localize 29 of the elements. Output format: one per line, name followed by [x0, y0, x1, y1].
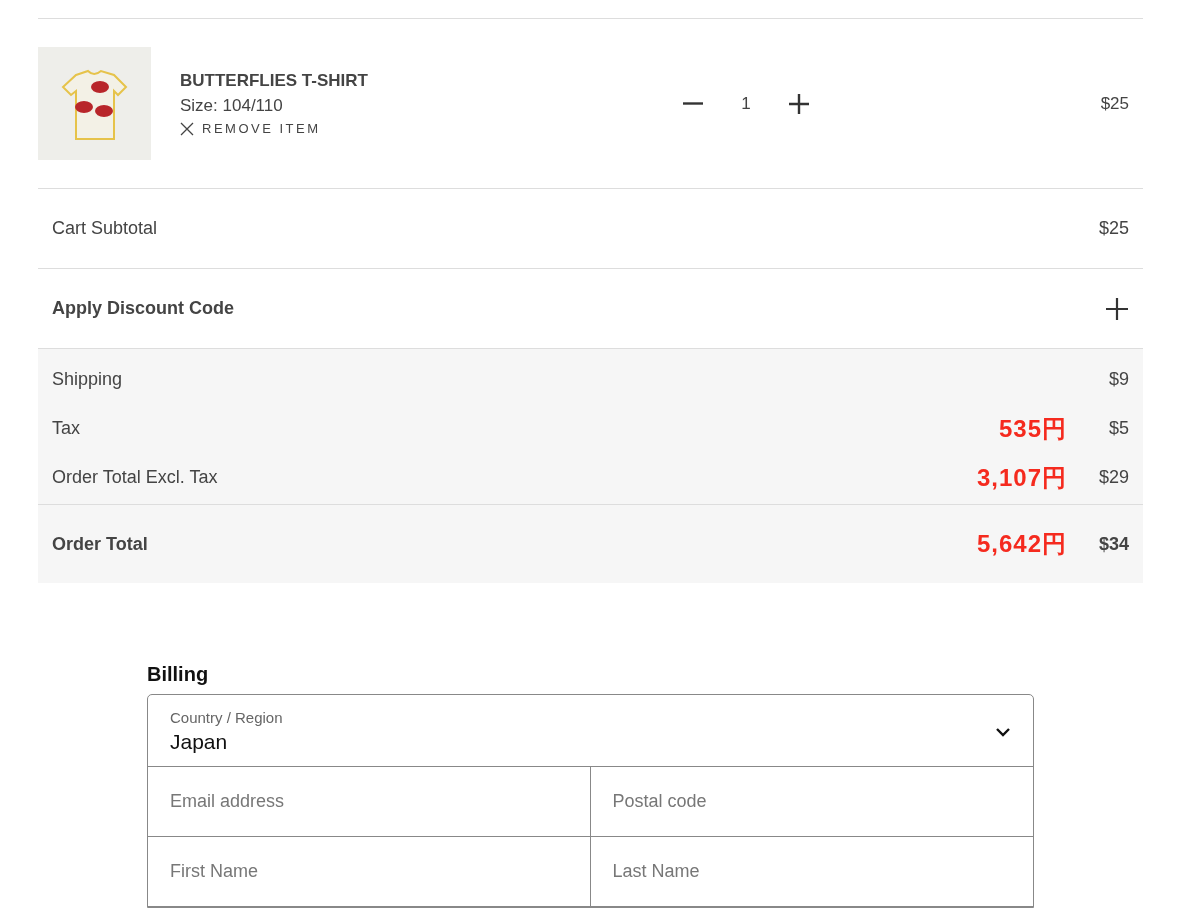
order-total-value: $34 — [1097, 533, 1129, 555]
discount-code-label[interactable]: Apply Discount Code — [52, 298, 234, 319]
yen-annotation: 535円 — [998, 413, 1067, 444]
chevron-down-icon — [995, 726, 1011, 737]
yen-annotation: 3,107円 — [976, 462, 1067, 493]
input-field[interactable]: Email address — [148, 767, 591, 837]
summary-value: $5 — [1107, 418, 1129, 439]
order-total-label: Order Total — [52, 533, 148, 555]
decrease-button[interactable] — [682, 102, 704, 105]
subtotal-label: Cart Subtotal — [52, 218, 158, 239]
item-price: $25 — [1100, 93, 1129, 114]
subtotal-value: $25 — [1098, 218, 1129, 239]
summary-label: Shipping — [52, 369, 123, 390]
plus-icon[interactable] — [1105, 296, 1129, 321]
summary-label: Order Total Excl. Tax — [52, 467, 218, 488]
close-icon — [180, 121, 194, 136]
remove-item-button[interactable]: REMOVE ITEM — [180, 121, 321, 136]
billing-heading: Billing — [147, 663, 210, 686]
input-field[interactable]: First Name — [148, 837, 591, 907]
summary-value: $29 — [1097, 467, 1129, 488]
increase-button[interactable] — [788, 92, 810, 115]
summary-label: Tax — [52, 418, 80, 439]
plus-icon — [788, 92, 810, 115]
summary-value: $9 — [1107, 369, 1129, 390]
product-name: BUTTERFLIES T-SHIRT — [180, 71, 369, 91]
minus-icon — [682, 102, 704, 105]
product-size: Size: 104/110 — [180, 96, 284, 116]
quantity-value: 1 — [740, 93, 752, 114]
yen-annotation: 5,642円 — [976, 529, 1067, 559]
